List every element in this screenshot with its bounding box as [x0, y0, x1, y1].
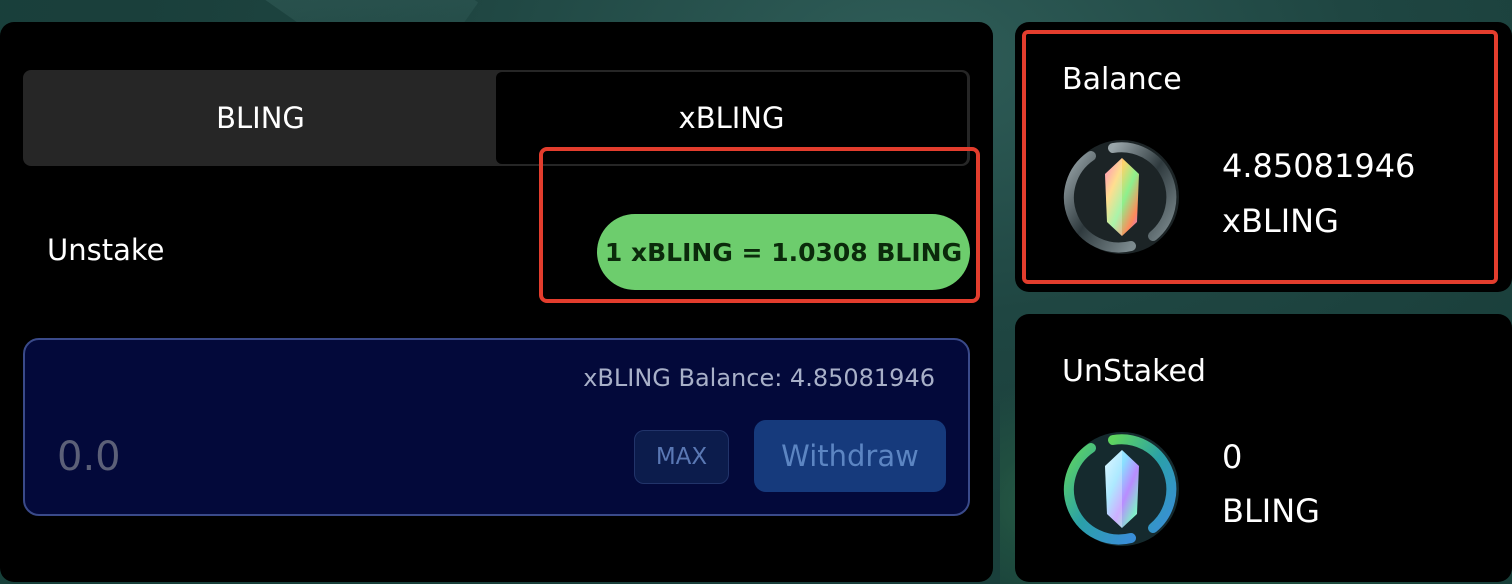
unstaked-title: UnStaked: [1062, 354, 1206, 389]
unstaked-amount: 0: [1222, 438, 1243, 476]
tab-bling[interactable]: BLING: [25, 72, 496, 164]
rate-highlight-box: [539, 147, 980, 303]
max-button[interactable]: MAX: [634, 430, 729, 484]
withdraw-button[interactable]: Withdraw: [754, 420, 946, 492]
xbling-balance-text: xBLING Balance: 4.85081946: [583, 364, 935, 392]
unstaked-card: UnStaked 0 BLING: [1015, 314, 1512, 582]
amount-input[interactable]: [57, 426, 557, 488]
unstaked-symbol: BLING: [1222, 492, 1320, 530]
balance-highlight-box: [1022, 30, 1498, 284]
unstake-label: Unstake: [47, 233, 165, 267]
withdraw-form: xBLING Balance: 4.85081946 MAX Withdraw: [23, 338, 970, 516]
bling-token-icon: [1063, 432, 1179, 546]
